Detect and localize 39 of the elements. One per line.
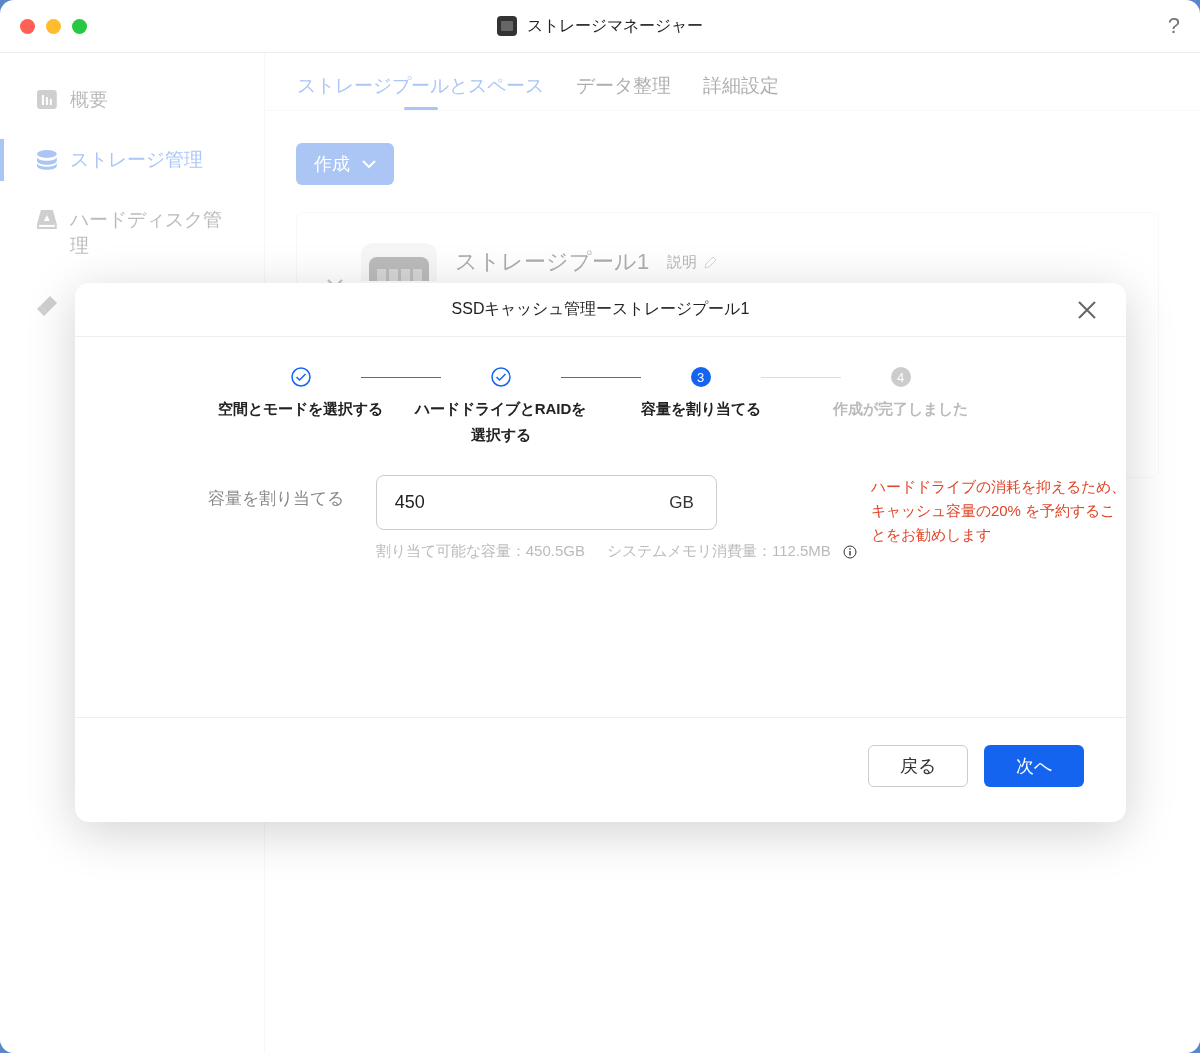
- unit-label: GB: [669, 492, 694, 513]
- tab[interactable]: 詳細設定: [703, 53, 779, 110]
- sidebar-item[interactable]: 概要: [0, 79, 264, 121]
- back-button[interactable]: 戻る: [868, 745, 968, 787]
- help-button[interactable]: ?: [1167, 13, 1180, 39]
- close-icon: [1076, 299, 1098, 321]
- step-number: 3: [690, 367, 711, 387]
- dialog-title: SSDキャッシュ管理ーストレージプール1: [451, 299, 750, 319]
- storage-device-icon: [361, 243, 437, 281]
- database-icon: [36, 149, 58, 171]
- close-window-button[interactable]: [20, 18, 35, 34]
- step-label: ハードドライブとRAIDを選択する: [413, 399, 588, 445]
- capacity-field-frame[interactable]: 450 GB: [375, 475, 717, 530]
- create-button[interactable]: 作成: [296, 143, 394, 185]
- info-icon[interactable]: [842, 544, 857, 559]
- drive-icon: [36, 209, 58, 231]
- warning-text: ハードドライブの消耗を抑えるため、キャッシュ容量の20% を予約することをお勧めします: [870, 477, 1126, 545]
- eraser-icon: [36, 295, 58, 317]
- pool-title: ストレージプール1: [455, 248, 650, 276]
- info-text: システムメモリ消費量：112.5MB: [606, 542, 831, 561]
- pencil-icon[interactable]: [703, 256, 718, 270]
- step-label: 空間とモードを選択する: [217, 399, 384, 419]
- sidebar-item[interactable]: ストレージ管理: [0, 139, 264, 181]
- description-link[interactable]: 説明: [667, 253, 698, 272]
- minimize-window-button[interactable]: [46, 18, 61, 34]
- next-button[interactable]: 次へ: [984, 745, 1084, 787]
- app-icon: [497, 16, 517, 36]
- maximize-window-button[interactable]: [72, 18, 87, 34]
- info-text: 割り当て可能な容量：450.5GB: [375, 542, 585, 561]
- chart-icon: [36, 89, 58, 111]
- chevron-down-icon: [362, 159, 376, 169]
- window-title: ストレージマネージャー: [527, 15, 703, 36]
- field-label: 容量を割り当てる: [206, 488, 345, 510]
- step-label: 作成が完了しました: [832, 399, 969, 419]
- sidebar-item[interactable]: ハードディスク管理: [0, 199, 264, 267]
- tab[interactable]: ストレージプールとスペース: [297, 53, 544, 110]
- tab[interactable]: データ整理: [576, 53, 671, 110]
- step-label: 容量を割り当てる: [639, 399, 762, 419]
- close-button[interactable]: [1076, 299, 1098, 321]
